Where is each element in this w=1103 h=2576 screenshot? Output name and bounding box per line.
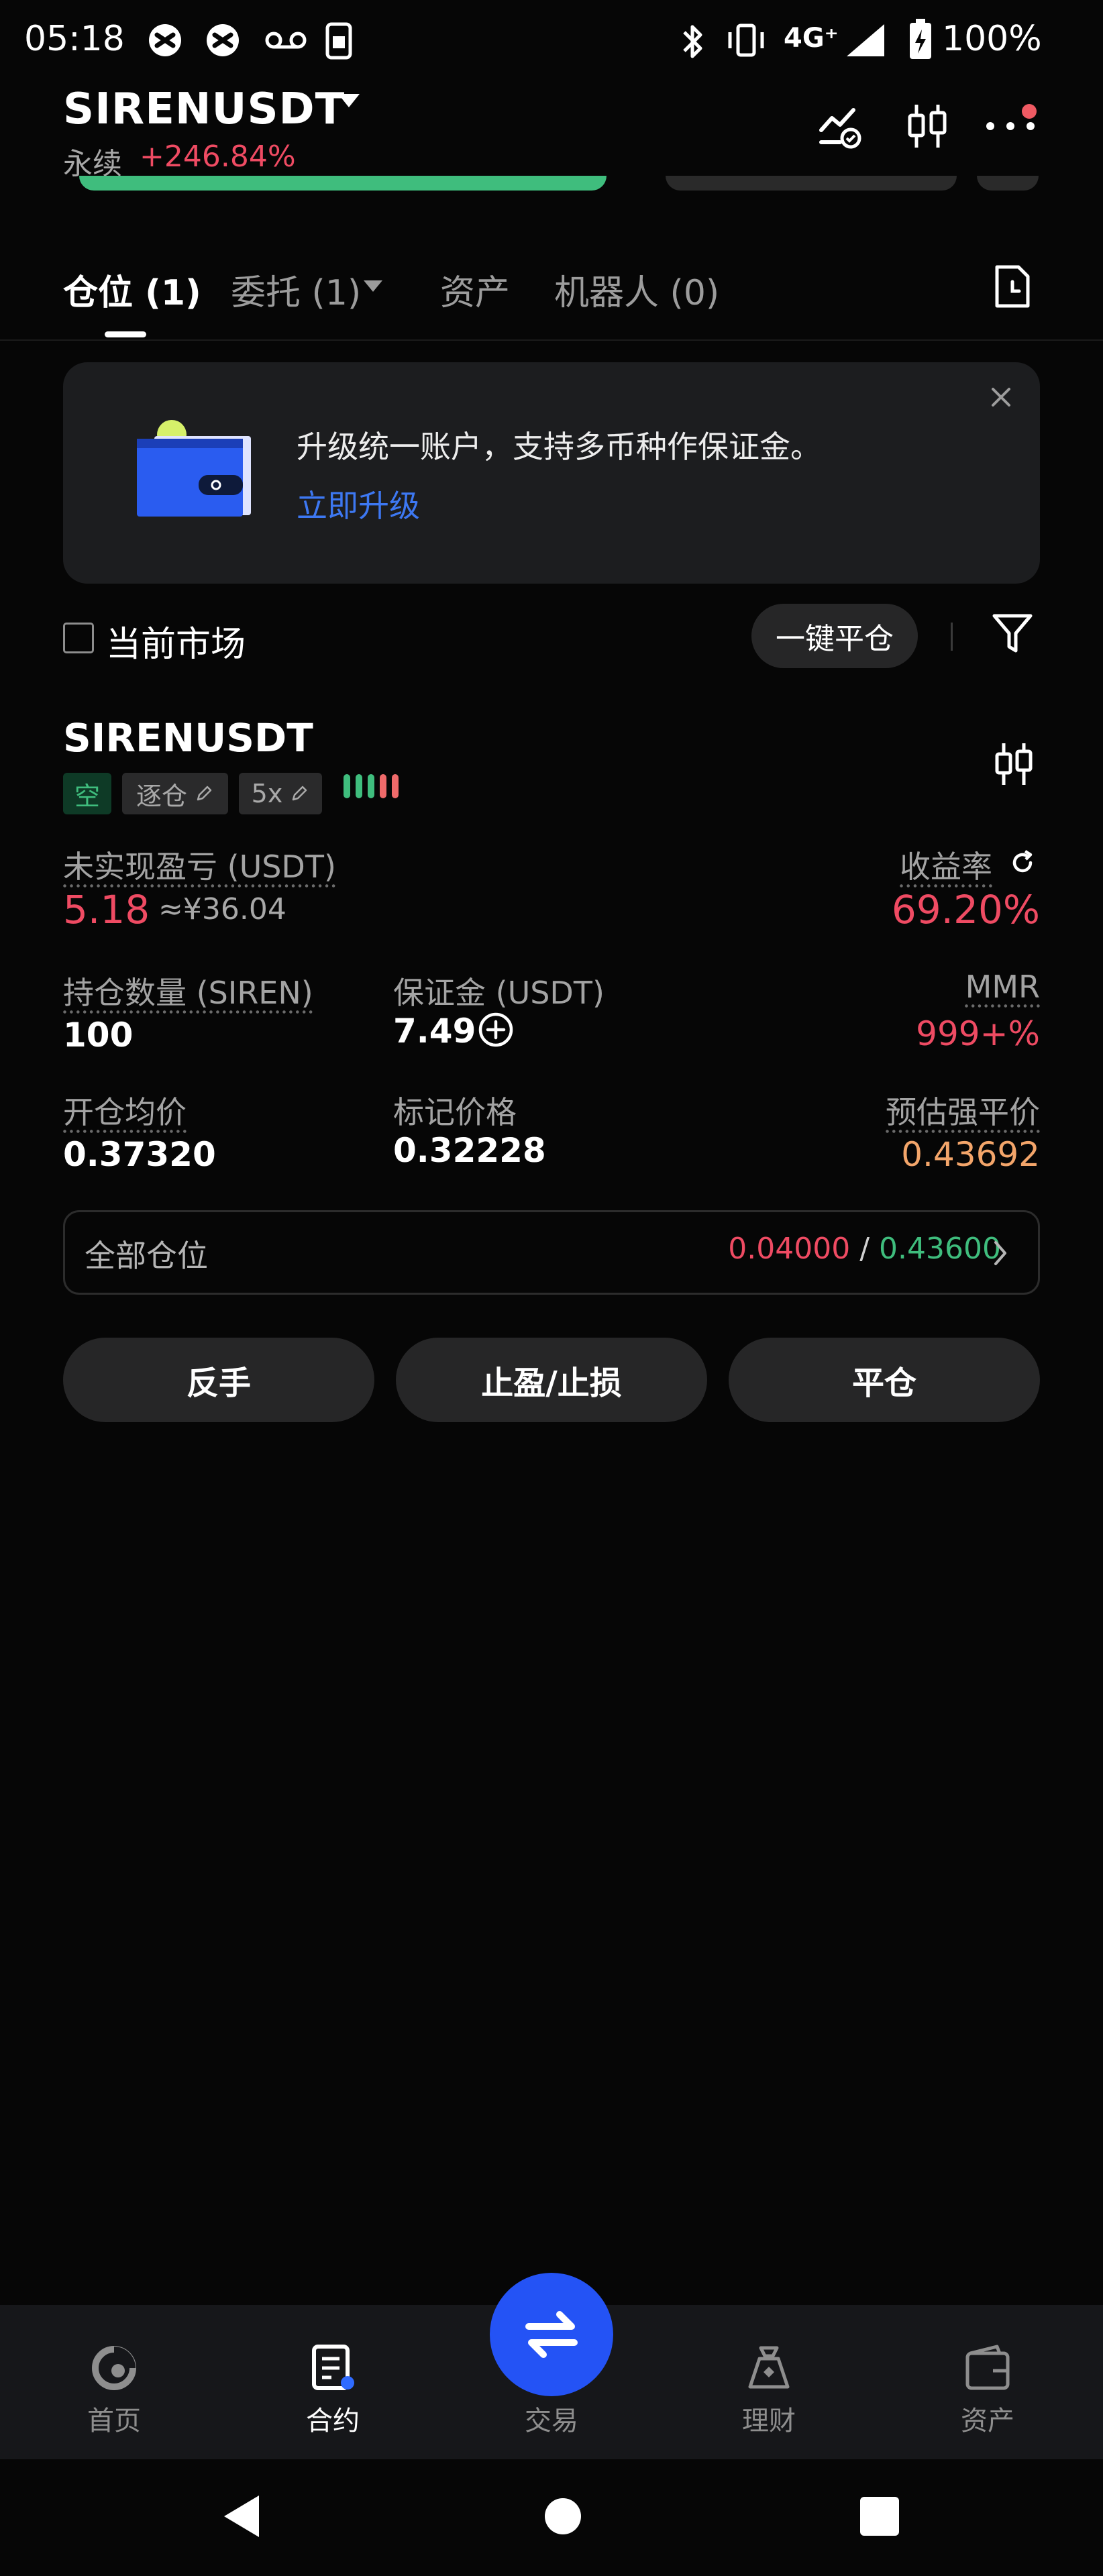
voicemail-icon	[265, 32, 307, 49]
wallet-icon[interactable]	[963, 2344, 1012, 2392]
chevron-right-icon[interactable]	[990, 1238, 1010, 1268]
close-all-button[interactable]: 一键平仓	[751, 604, 918, 668]
entry-price-value: 0.37320	[63, 1135, 216, 1174]
liq-price-value: 0.43692	[901, 1135, 1040, 1174]
chart-alert-icon[interactable]	[816, 102, 864, 150]
notification-dot	[1022, 104, 1037, 119]
earn-icon[interactable]	[745, 2344, 793, 2392]
nav-earn-label[interactable]: 理财	[702, 2399, 836, 2438]
tab-positions[interactable]: 仓位 (1)	[63, 264, 201, 315]
margin-mode-tag[interactable]: 逐仓	[122, 773, 228, 814]
mmr-label[interactable]: MMR	[965, 969, 1040, 1005]
pair-selector[interactable]: SIRENUSDT	[63, 85, 345, 134]
back-icon[interactable]	[220, 2493, 264, 2540]
battery-charging-icon	[910, 19, 931, 59]
recents-icon[interactable]	[859, 2496, 900, 2537]
network-type: 4G⁺	[784, 23, 839, 54]
leverage-tag[interactable]: 5x	[239, 773, 322, 814]
divider	[0, 339, 1103, 341]
signal-icon	[847, 24, 884, 56]
liq-price-label[interactable]: 预估强平价	[886, 1088, 1040, 1132]
home-circle-icon[interactable]	[543, 2497, 582, 2536]
status-bar: 05:18 4G⁺ 100%	[0, 0, 1103, 84]
position-size-label[interactable]: 持仓数量 (SIREN)	[63, 969, 313, 1013]
battery-percent: 100%	[942, 19, 1042, 59]
bluetooth-icon	[683, 25, 702, 58]
vibrate-icon	[728, 23, 764, 57]
mark-price-value: 0.32228	[393, 1131, 546, 1170]
adl-indicator-bar	[368, 774, 374, 798]
adl-indicator-bar	[356, 774, 362, 798]
buy-button-peek[interactable]	[79, 176, 607, 191]
adl-indicator-bar	[380, 774, 386, 798]
candlestick-icon[interactable]	[903, 102, 951, 150]
take-profit-value: 0.04000	[728, 1232, 851, 1266]
app-notification-icon	[149, 24, 181, 56]
tp-sl-button[interactable]: 止盈/止损	[396, 1338, 707, 1422]
wallet-icon	[137, 420, 251, 517]
refresh-icon[interactable]	[1008, 848, 1037, 877]
current-market-label[interactable]: 当前市场	[106, 616, 246, 666]
app-notification-icon	[207, 24, 239, 56]
sim-icon	[325, 22, 352, 60]
tpsl-values: 0.04000 / 0.43600	[728, 1232, 1001, 1266]
control-peek[interactable]	[977, 176, 1039, 191]
edit-icon	[197, 786, 212, 801]
futures-icon[interactable]	[309, 2344, 357, 2392]
tab-bots[interactable]: 机器人 (0)	[554, 264, 719, 315]
nav-futures-label[interactable]: 合约	[266, 2399, 400, 2438]
current-market-checkbox[interactable]	[63, 623, 94, 653]
home-icon[interactable]	[90, 2344, 138, 2392]
mark-price-label: 标记价格	[393, 1094, 517, 1130]
mmr-value: 999+%	[916, 1014, 1040, 1053]
tpsl-separator: /	[859, 1232, 870, 1266]
price-change: +246.84%	[140, 140, 296, 174]
margin-label: 保证金 (USDT)	[393, 975, 605, 1011]
nav-trade-label[interactable]: 交易	[484, 2399, 619, 2438]
nav-home-label[interactable]: 首页	[47, 2399, 181, 2438]
chevron-down-icon[interactable]	[364, 280, 382, 292]
reverse-position-button[interactable]: 反手	[63, 1338, 374, 1422]
more-icon[interactable]	[984, 118, 1037, 134]
tab-active-indicator	[105, 331, 146, 337]
swap-icon	[525, 2311, 578, 2358]
close-icon[interactable]	[986, 382, 1016, 412]
all-positions-label: 全部仓位	[85, 1238, 208, 1274]
trade-button[interactable]	[490, 2273, 613, 2396]
unrealized-pnl-label[interactable]: 未实现盈亏 (USDT)	[63, 843, 336, 887]
roe-label[interactable]: 收益率	[900, 843, 992, 887]
adl-indicator-bar	[392, 774, 399, 798]
chevron-down-icon[interactable]	[338, 94, 360, 107]
filter-icon[interactable]	[990, 610, 1035, 657]
divider	[951, 623, 953, 651]
nav-assets-label[interactable]: 资产	[921, 2399, 1055, 2438]
edit-icon	[293, 786, 307, 801]
close-position-button[interactable]: 平仓	[729, 1338, 1040, 1422]
stop-loss-value: 0.43600	[879, 1232, 1001, 1266]
entry-price-label[interactable]: 开仓均价	[63, 1088, 187, 1132]
candlestick-icon[interactable]	[992, 741, 1036, 788]
position-symbol[interactable]: SIRENUSDT	[63, 715, 313, 761]
upgrade-now-link[interactable]: 立即升级	[297, 482, 420, 526]
status-time: 05:18	[24, 19, 125, 59]
tab-assets[interactable]: 资产	[440, 264, 510, 315]
upgrade-banner-title: 升级统一账户，支持多币种作保证金。	[297, 429, 821, 465]
margin-mode-label: 逐仓	[136, 781, 187, 811]
adl-indicator-bar	[344, 774, 350, 798]
leverage-label: 5x	[251, 779, 283, 808]
side-tag: 空	[63, 773, 111, 814]
roe-value: 69.20%	[891, 887, 1040, 932]
add-margin-icon[interactable]	[476, 1010, 515, 1049]
position-size-value: 100	[63, 1016, 134, 1055]
unrealized-pnl-cny: ≈¥36.04	[158, 892, 286, 926]
margin-value: 7.49	[393, 1012, 476, 1051]
unrealized-pnl-value: 5.18	[63, 887, 150, 932]
tab-orders[interactable]: 委托 (1)	[231, 264, 361, 315]
history-icon[interactable]	[992, 263, 1033, 310]
control-peek[interactable]	[666, 176, 957, 191]
